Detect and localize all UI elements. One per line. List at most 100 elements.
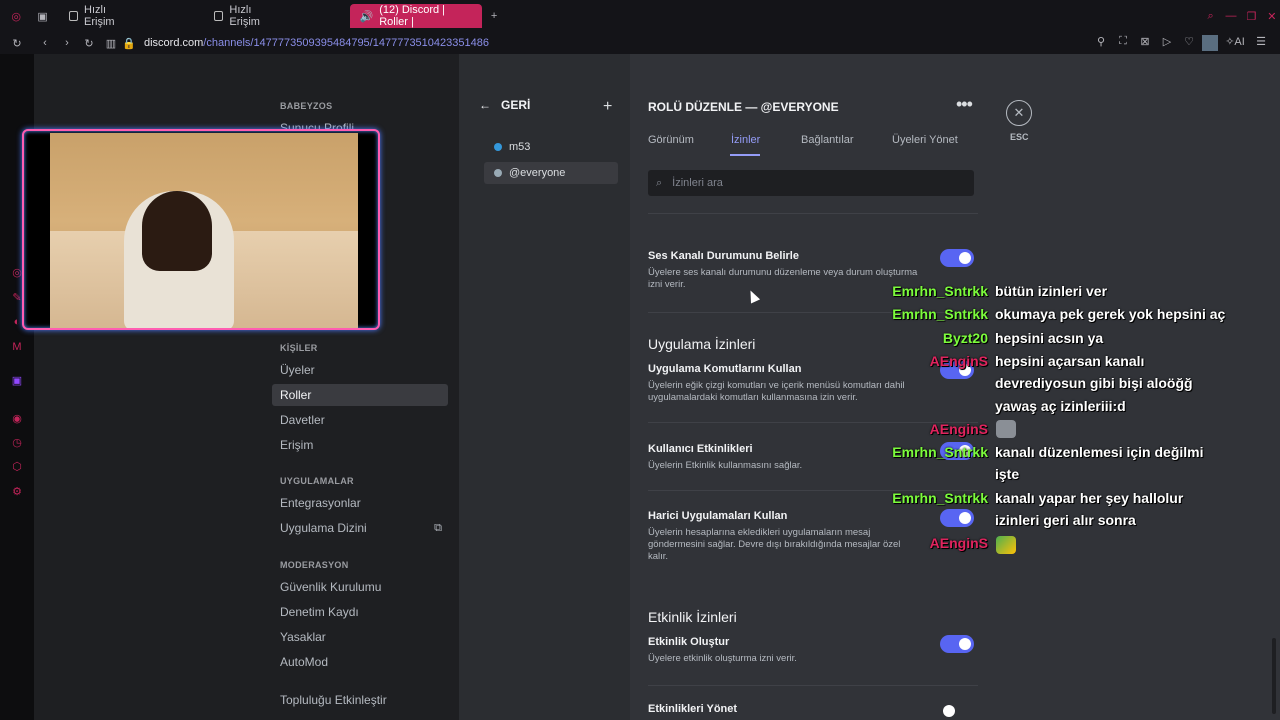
- play-icon[interactable]: ▷: [1158, 35, 1176, 51]
- screenshot-icon[interactable]: ⛶: [1114, 35, 1132, 51]
- permission-toggle[interactable]: [940, 635, 974, 653]
- back-button[interactable]: ← GERİ: [479, 98, 619, 112]
- permission-title: Etkinlik Oluştur: [648, 636, 730, 648]
- tab-quick-access-2[interactable]: Hızlı Erişim: [204, 4, 289, 28]
- workspace-icon[interactable]: ▣: [34, 10, 50, 23]
- permission-title: Etkinlikleri Yönet: [648, 703, 738, 715]
- tab-links[interactable]: Bağlantılar: [801, 134, 854, 146]
- nav-item-members[interactable]: Üyeler: [272, 359, 448, 381]
- chat-username: AEnginS: [929, 535, 988, 551]
- back-icon[interactable]: ‹: [36, 37, 54, 49]
- nav-item-roles[interactable]: Roller: [272, 384, 448, 406]
- divider: [648, 685, 978, 686]
- chat-message: devrediyosun gibi bişi aloöğğ: [995, 375, 1193, 391]
- grid-icon: [68, 11, 79, 21]
- nav-item-integrations[interactable]: Entegrasyonlar: [272, 492, 448, 514]
- role-color-dot: [494, 169, 502, 177]
- sidebar-app-icon[interactable]: ⬡: [10, 460, 24, 474]
- chat-username: Emrhn_Sntrkk: [892, 306, 988, 322]
- chat-username: AEnginS: [929, 353, 988, 369]
- external-link-icon: ⧉: [434, 522, 442, 534]
- speaker-icon: 🔊: [359, 10, 374, 23]
- arrow-left-icon: ←: [479, 98, 491, 112]
- menu-icon[interactable]: ☰: [1252, 35, 1270, 51]
- nav-item-automod[interactable]: AutoMod: [272, 651, 448, 673]
- twitch-icon[interactable]: ▣: [10, 374, 24, 388]
- vpn-icon[interactable]: ▥: [102, 37, 120, 50]
- nav-item-app-directory[interactable]: Uygulama Dizini ⧉: [272, 517, 448, 539]
- address-bar: ↻ ‹ › ↻ ▥ 🔒 discord.com/channels/1477773…: [0, 32, 1280, 54]
- permission-title: Uygulama Komutlarını Kullan: [648, 363, 802, 375]
- nav-item-safety-setup[interactable]: Güvenlik Kurulumu: [272, 576, 448, 598]
- profile-avatar[interactable]: [1202, 35, 1218, 51]
- permission-title: Ses Kanalı Durumunu Belirle: [648, 250, 799, 262]
- extension-icon[interactable]: ⊠: [1136, 35, 1154, 51]
- permissions-search-input[interactable]: ⌕ İzinleri ara: [648, 170, 974, 196]
- minimize-icon[interactable]: —: [1223, 10, 1239, 22]
- chat-username: AEnginS: [929, 421, 988, 437]
- streamer-hair: [142, 191, 212, 271]
- roles-list: ← GERİ + m53 @everyone: [459, 54, 630, 720]
- active-tab-indicator: [730, 154, 760, 156]
- heart-icon[interactable]: ♡: [1180, 35, 1198, 51]
- forward-icon[interactable]: ›: [58, 37, 76, 49]
- permission-toggle[interactable]: [940, 509, 974, 527]
- permission-description: Üyelere etkinlik oluşturma izni verir.: [648, 653, 797, 664]
- lock-icon: 🔒: [122, 37, 136, 50]
- tab-discord[interactable]: 🔊 (12) Discord | Roller |: [349, 4, 482, 28]
- tab-display[interactable]: Görünüm: [648, 134, 694, 146]
- nav-item-bans[interactable]: Yasaklar: [272, 626, 448, 648]
- reload-page-icon[interactable]: ↻: [8, 37, 26, 50]
- permission-title: Kullanıcı Etkinlikleri: [648, 443, 753, 455]
- nav-item-access[interactable]: Erişim: [272, 434, 448, 456]
- section-heading: Uygulama İzinleri: [648, 336, 756, 352]
- close-icon[interactable]: ✕: [1006, 100, 1032, 126]
- tab-permissions[interactable]: İzinler: [731, 134, 760, 146]
- section-header-moderation: MODERASYON: [280, 560, 349, 570]
- webcam-overlay: [22, 129, 380, 330]
- chat-message: kanalı yapar her şey hallolur: [995, 490, 1184, 506]
- chat-username: Byzt20: [942, 330, 988, 346]
- nav-item-audit-log[interactable]: Denetim Kaydı: [272, 601, 448, 623]
- permission-toggle[interactable]: [940, 249, 974, 267]
- refresh-icon[interactable]: ↻: [80, 37, 98, 50]
- permission-description: Üyelerin hesaplarına ekledikleri uygulam…: [648, 527, 901, 562]
- new-tab-icon[interactable]: +: [486, 10, 502, 22]
- add-role-button[interactable]: +: [603, 98, 612, 116]
- settings-icon[interactable]: ⚙: [10, 485, 24, 499]
- maximize-icon[interactable]: ❐: [1243, 10, 1259, 23]
- gmail-icon[interactable]: M: [10, 340, 24, 354]
- url-text[interactable]: discord.com/channels/1477773509395484795…: [144, 37, 489, 49]
- permission-toggle[interactable]: [940, 702, 974, 720]
- page-title: ROLÜ DÜZENLE — @EVERYONE: [648, 100, 839, 114]
- close-window-icon[interactable]: ✕: [1264, 10, 1280, 23]
- bookmark-icon[interactable]: ⚲: [1092, 35, 1110, 51]
- more-options-icon[interactable]: •••: [956, 94, 973, 115]
- divider: [648, 213, 978, 214]
- chat-username: Emrhn_Sntrkk: [892, 283, 988, 299]
- clock-icon[interactable]: ◷: [10, 436, 24, 450]
- scrollbar[interactable]: [1272, 638, 1276, 714]
- sidebar-app-icon[interactable]: ◉: [10, 412, 24, 426]
- chat-message: izinleri geri alır sonra: [995, 512, 1136, 528]
- role-item-everyone[interactable]: @everyone: [484, 162, 618, 184]
- tab-manage-members[interactable]: Üyeleri Yönet: [892, 134, 958, 146]
- permission-title: Harici Uygulamaları Kullan: [648, 510, 788, 522]
- divider: [648, 422, 978, 423]
- tab-quick-access-1[interactable]: Hızlı Erişim: [59, 4, 144, 28]
- permission-description: Üyelerin Etkinlik kullanmasını sağlar.: [648, 460, 803, 471]
- browser-logo-icon[interactable]: ◎: [8, 10, 24, 23]
- section-header-apps: UYGULAMALAR: [280, 476, 354, 486]
- chat-message: okumaya pek gerek yok hepsini aç: [995, 306, 1226, 322]
- search-icon[interactable]: ⌕: [1202, 10, 1218, 23]
- chat-message: hepsini acsın ya: [995, 330, 1104, 346]
- chat-message: kanalı düzenlemesi için değilmi: [995, 444, 1204, 460]
- ai-icon[interactable]: ✧AI: [1222, 35, 1248, 51]
- section-header-people: KİŞİLER: [280, 343, 318, 353]
- role-item-m53[interactable]: m53: [484, 136, 618, 158]
- browser-tab-bar: ◎ ▣ Hızlı Erişim Hızlı Erişim 🔊 (12) Disc…: [0, 0, 1280, 32]
- nav-item-enable-community[interactable]: Topluluğu Etkinleştir: [272, 689, 448, 711]
- nav-item-invites[interactable]: Davetler: [272, 409, 448, 431]
- chat-message: bütün izinleri ver: [995, 283, 1108, 299]
- permission-description: Üyelere ses kanalı durumunu düzenleme ve…: [648, 267, 918, 290]
